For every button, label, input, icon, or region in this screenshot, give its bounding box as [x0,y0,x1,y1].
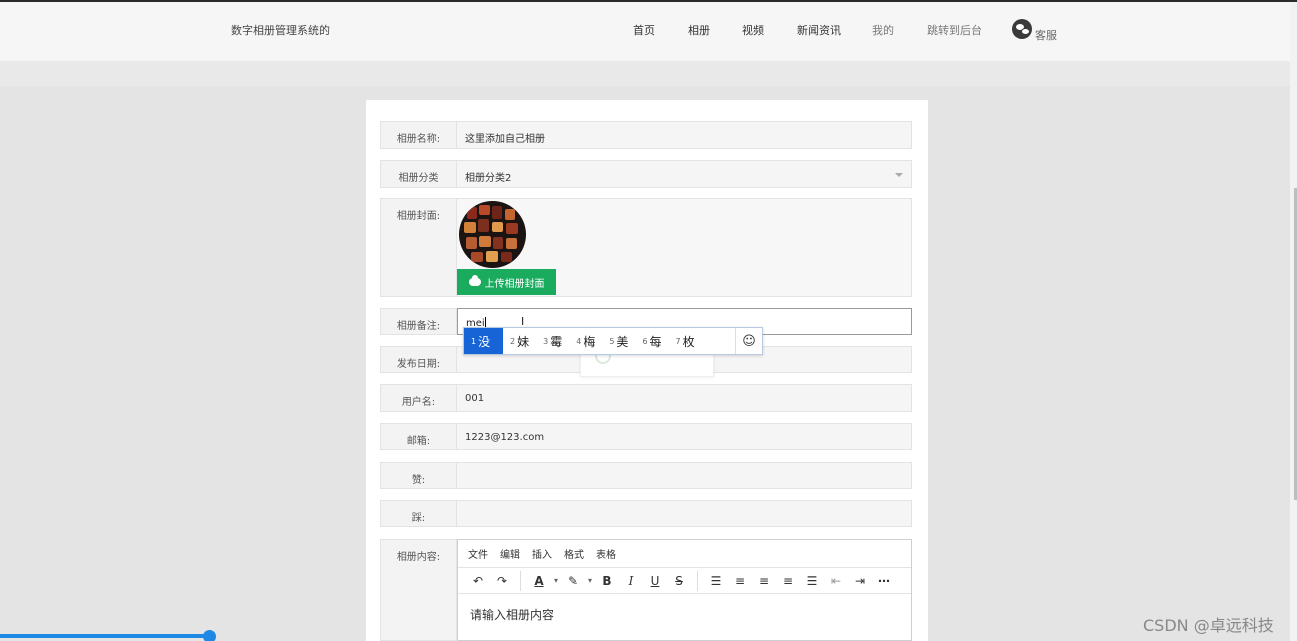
email-input[interactable]: 1223@123.com [457,423,912,450]
redo-icon[interactable]: ↷ [490,574,514,588]
emoji-icon[interactable]: ☺ [735,328,762,354]
editor-menubar: 文件 编辑 插入 格式 表格 [458,540,911,567]
row-email: 邮箱: 1223@123.com [380,423,912,450]
site-title: 数字相册管理系统的 [231,24,330,37]
row-username: 用户名: 001 [380,384,912,412]
nav-album[interactable]: 相册 [688,22,710,38]
underline-icon[interactable]: U [643,574,667,588]
album-cover-image [459,201,526,268]
strikethrough-icon[interactable]: S [667,574,691,588]
video-progress-knob[interactable] [203,630,216,641]
ime-candidate-bar: 1没 2妹 3霉 4梅 5美 6每 7枚 ☺ [463,327,763,355]
bold-icon[interactable]: B [595,574,619,588]
header-band [0,61,1290,86]
align-left-icon[interactable]: ≡ [728,574,752,588]
ime-candidate-6[interactable]: 6每 [635,328,668,354]
navbar: 数字相册管理系统的 首页 相册 视频 新闻资讯 我的 跳转到后台 客服 [0,2,1290,61]
watermark: CSDN @卓远科技 [1143,616,1274,635]
album-name-input[interactable]: 这里添加自己相册 [457,121,912,149]
chevron-down-icon[interactable]: ▾ [551,576,561,585]
align-right-icon[interactable]: ≡ [776,574,800,588]
nav-mine[interactable]: 我的 [872,22,894,38]
album-category-label: 相册分类 [380,160,457,188]
ime-candidate-4[interactable]: 4梅 [569,328,602,354]
dislikes-input[interactable] [457,500,912,527]
wechat-icon[interactable] [1012,19,1032,39]
username-label: 用户名: [380,384,457,412]
likes-label: 赞: [380,462,457,489]
menu-table[interactable]: 表格 [596,546,616,561]
album-category-select[interactable]: 相册分类2 [457,160,912,188]
likes-input[interactable] [457,462,912,489]
align-center-icon[interactable]: ≡ [752,574,776,588]
album-name-label: 相册名称: [380,121,457,149]
line-height-icon[interactable]: ☰ [704,574,728,588]
nav-video[interactable]: 视频 [742,22,764,38]
album-content-label: 相册内容: [380,539,457,641]
editor-body[interactable]: 请输入相册内容 [458,594,911,623]
album-cover-label: 相册封面: [380,198,457,297]
username-input[interactable]: 001 [457,384,912,412]
video-progress-bar[interactable] [0,634,210,638]
italic-icon[interactable]: I [619,574,643,588]
ime-candidate-3[interactable]: 3霉 [536,328,569,354]
ime-candidate-1[interactable]: 1没 [464,328,503,354]
highlight-color-icon[interactable]: ✎ [561,574,585,588]
toolbar-divider [697,570,698,591]
album-remark-label: 相册备注: [380,308,457,335]
row-likes: 赞: [380,462,912,489]
ime-candidate-5[interactable]: 5美 [602,328,635,354]
more-icon[interactable]: ⋯ [872,574,896,588]
album-category-value: 相册分类2 [465,173,512,184]
nav-backend[interactable]: 跳转到后台 [927,22,982,38]
editor-toolbar: ↶ ↷ A ▾ ✎ ▾ B I U S ☰ ≡ ≡ ≡ ☰ ⇤ ⇥ ⋯ [458,567,911,594]
rich-text-editor: 文件 编辑 插入 格式 表格 ↶ ↷ A ▾ ✎ ▾ B I U S ☰ ≡ ≡… [457,539,912,641]
upload-cover-label: 上传相册封面 [484,278,545,290]
toolbar-divider [520,570,521,591]
publish-date-label: 发布日期: [380,346,457,373]
row-dislikes: 踩: [380,500,912,527]
ime-candidate-2[interactable]: 2妹 [503,328,536,354]
nav-home[interactable]: 首页 [633,22,655,38]
row-album-category: 相册分类 相册分类2 [380,160,912,188]
align-justify-icon[interactable]: ☰ [800,574,824,588]
menu-format[interactable]: 格式 [564,546,584,561]
ime-candidate-7[interactable]: 7枚 [669,328,702,354]
indent-icon[interactable]: ⇥ [848,574,872,588]
dislikes-label: 踩: [380,500,457,527]
outdent-icon[interactable]: ⇤ [824,574,848,588]
menu-edit[interactable]: 编辑 [500,546,520,561]
menu-file[interactable]: 文件 [468,546,488,561]
customer-service-link[interactable]: 客服 [1035,27,1057,43]
nav-news[interactable]: 新闻资讯 [797,22,841,38]
email-label: 邮箱: [380,423,457,450]
chevron-down-icon[interactable]: ▾ [585,576,595,585]
row-album-cover: 相册封面: 上传相册封面 [380,198,912,297]
menu-insert[interactable]: 插入 [532,546,552,561]
row-album-name: 相册名称: 这里添加自己相册 [380,121,912,149]
undo-icon[interactable]: ↶ [466,574,490,588]
chevron-down-icon [895,173,903,177]
row-album-content: 相册内容: 文件 编辑 插入 格式 表格 ↶ ↷ A ▾ ✎ ▾ B I U S… [380,539,912,641]
cloud-upload-icon [468,275,481,286]
upload-cover-button[interactable]: 上传相册封面 [457,269,556,295]
text-color-icon[interactable]: A [527,574,551,588]
